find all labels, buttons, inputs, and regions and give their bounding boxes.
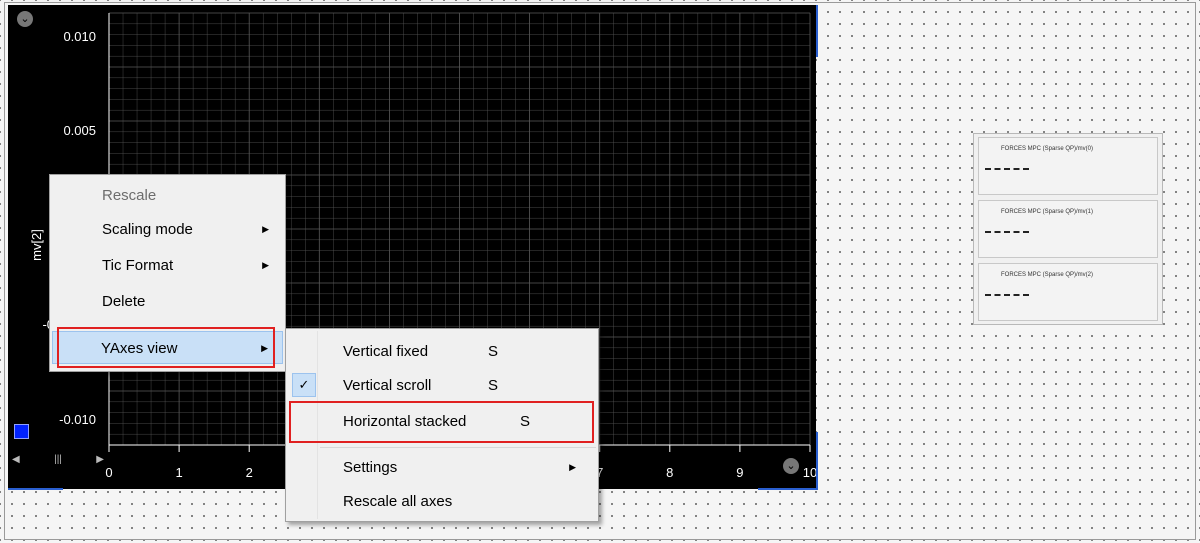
legend-item-title: FORCES MPC (Sparse QP)/mv(1) <box>1001 209 1094 215</box>
legend-item[interactable]: FORCES MPC (Sparse QP)/mv(0) <box>978 137 1158 195</box>
chevron-down-icon[interactable]: ⌄ <box>17 11 33 27</box>
menu-item-label: Rescale <box>102 187 157 204</box>
menu-item-label: Vertical fixed <box>343 343 429 360</box>
selection-marker <box>758 488 818 490</box>
x-tick-label: 9 <box>736 465 743 480</box>
x-tick-label: 8 <box>666 465 673 480</box>
menu-item-horizontal-stacked[interactable]: Horizontal stacked S <box>288 405 596 438</box>
menu-item-shortcut: S <box>488 377 499 394</box>
horizontal-scrollbar[interactable]: ◀ ||| ▶ <box>12 451 104 467</box>
series-color-marker[interactable] <box>14 424 29 439</box>
context-menu[interactable]: Rescale Scaling mode ▶ Tic Format ▶ Dele… <box>49 174 286 372</box>
legend-item-title: FORCES MPC (Sparse QP)/mv(0) <box>1001 146 1094 152</box>
menu-item-label: Tic Format <box>102 257 174 274</box>
menu-item-delete[interactable]: Delete <box>52 285 283 318</box>
legend-item-title: FORCES MPC (Sparse QP)/mv(2) <box>1001 272 1094 278</box>
menu-item-vertical-scroll[interactable]: ✓ Vertical scroll S <box>288 369 596 402</box>
arrow-right-icon[interactable]: ▶ <box>96 454 104 465</box>
x-tick-label: 10 <box>803 465 816 480</box>
submenu-arrow-icon: ▶ <box>569 462 576 472</box>
legend-line <box>985 231 1029 233</box>
yaxes-view-submenu[interactable]: Vertical fixed S ✓ Vertical scroll S Hor… <box>285 328 599 522</box>
menu-item-rescale[interactable]: Rescale <box>52 179 283 212</box>
y-tick-label: 0.010 <box>63 29 96 44</box>
menu-item-scaling-mode[interactable]: Scaling mode ▶ <box>52 213 283 246</box>
x-tick-label: 1 <box>175 465 182 480</box>
legend-item[interactable]: FORCES MPC (Sparse QP)/mv(1) <box>978 200 1158 258</box>
submenu-arrow-icon: ▶ <box>262 224 269 234</box>
y-tick-label: -0.010 <box>59 412 96 427</box>
menu-item-label: YAxes view <box>101 340 178 357</box>
menu-item-label: Settings <box>343 459 398 476</box>
menu-item-label: Rescale all axes <box>343 493 453 510</box>
menu-item-yaxes-view[interactable]: YAxes view ▶ <box>52 331 283 364</box>
menu-item-tic-format[interactable]: Tic Format ▶ <box>52 249 283 282</box>
legend-item[interactable]: FORCES MPC (Sparse QP)/mv(2) <box>978 263 1158 321</box>
menu-separator <box>320 447 596 448</box>
menu-item-shortcut: S <box>488 343 499 360</box>
scroll-thumb-icon[interactable]: ||| <box>54 454 62 465</box>
y-tick-label: 0.005 <box>63 123 96 138</box>
arrow-left-icon[interactable]: ◀ <box>12 454 20 465</box>
menu-item-label: Delete <box>102 293 146 310</box>
menu-item-settings[interactable]: Settings ▶ <box>288 451 596 484</box>
x-tick-label: 2 <box>246 465 253 480</box>
legend-panel[interactable]: FORCES MPC (Sparse QP)/mv(0) FORCES MPC … <box>973 133 1163 325</box>
selection-marker <box>816 432 818 490</box>
legend-line <box>985 168 1029 170</box>
menu-item-shortcut: S <box>520 413 531 430</box>
checkmark-icon: ✓ <box>292 373 316 397</box>
selection-marker <box>8 488 63 490</box>
submenu-arrow-icon: ▶ <box>262 260 269 270</box>
menu-item-label: Scaling mode <box>102 221 193 238</box>
menu-item-rescale-all-axes[interactable]: Rescale all axes <box>288 485 596 518</box>
menu-item-label: Vertical scroll <box>343 377 432 394</box>
submenu-arrow-icon: ▶ <box>261 343 268 353</box>
menu-item-vertical-fixed[interactable]: Vertical fixed S <box>288 335 596 368</box>
collapse-icon[interactable]: ⌄ <box>783 458 799 474</box>
menu-item-label: Horizontal stacked <box>343 413 467 430</box>
legend-line <box>985 294 1029 296</box>
x-tick-label: 0 <box>105 465 112 480</box>
selection-marker <box>816 5 818 57</box>
y-axis-label: mv[2] <box>29 229 44 261</box>
